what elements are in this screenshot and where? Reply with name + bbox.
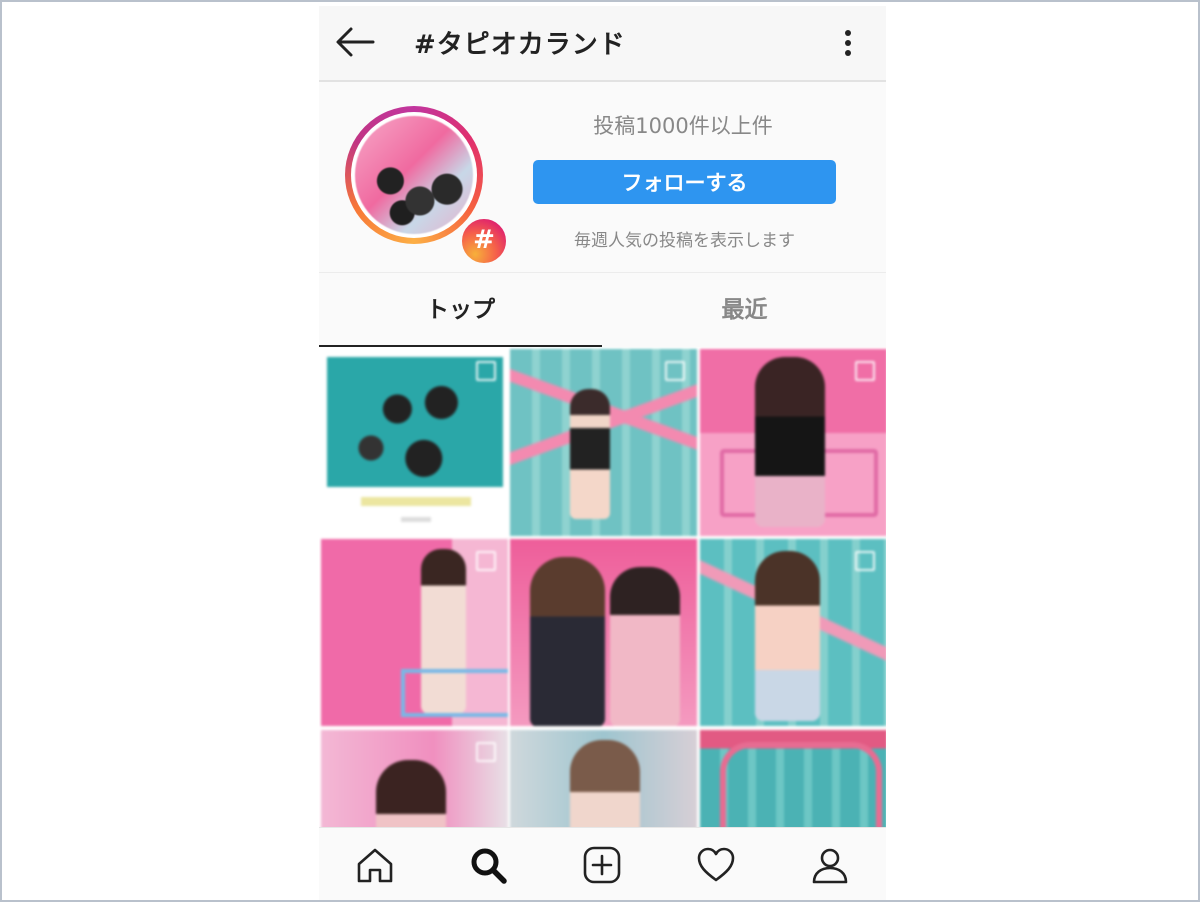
multiple-photos-icon: [476, 551, 496, 571]
new-post-button[interactable]: [581, 844, 623, 886]
multiple-photos-icon: [855, 551, 875, 571]
tab-top-label: トップ: [426, 297, 495, 323]
avatar-image: [355, 116, 473, 234]
thumbnail-photo: [610, 567, 680, 726]
bottom-navigation: [319, 827, 886, 900]
tab-recent-label: 最近: [721, 297, 768, 323]
post-thumbnail[interactable]: [700, 730, 886, 827]
tab-top[interactable]: トップ: [319, 273, 602, 347]
activity-button[interactable]: [695, 844, 737, 886]
post-thumbnail[interactable]: [510, 539, 697, 726]
screenshot-frame: #タピオカランド # 投稿1000件以上件 フォローする 毎週人気の投稿を表示し…: [0, 0, 1200, 902]
hashtag-avatar[interactable]: #: [345, 106, 509, 266]
avatar-border: [351, 112, 477, 238]
multiple-photos-icon: [665, 361, 685, 381]
page-title: #タピオカランド: [414, 30, 626, 60]
more-options-button[interactable]: [839, 26, 857, 60]
thumbnail-caption: [401, 517, 431, 522]
thumbnail-photo: [720, 742, 882, 827]
heart-icon: [697, 847, 735, 882]
multiple-photos-icon: [476, 742, 496, 762]
follow-button[interactable]: フォローする: [533, 160, 836, 204]
post-thumbnail[interactable]: [321, 730, 508, 827]
profile-button[interactable]: [809, 844, 851, 886]
add-post-icon: [583, 846, 621, 884]
thumbnail-photo: [376, 760, 446, 827]
thumbnail-photo: [570, 389, 610, 519]
post-count: 投稿1000件以上件: [593, 114, 773, 138]
hashtag-badge-icon: #: [459, 216, 509, 266]
tab-recent[interactable]: 最近: [603, 273, 886, 347]
weekly-note: 毎週人気の投稿を表示します: [574, 231, 795, 251]
post-thumbnail[interactable]: [510, 349, 697, 536]
hashtag-profile: # 投稿1000件以上件 フォローする 毎週人気の投稿を表示します: [319, 82, 886, 273]
profile-icon: [812, 848, 848, 884]
back-button[interactable]: [333, 24, 377, 60]
tab-bar: トップ 最近: [319, 273, 886, 347]
post-thumbnail[interactable]: [700, 349, 886, 536]
post-grid: [319, 347, 886, 827]
thumbnail-photo: [755, 551, 820, 721]
arrow-left-icon: [336, 27, 375, 57]
post-thumbnail[interactable]: [321, 539, 508, 726]
app-screen: #タピオカランド # 投稿1000件以上件 フォローする 毎週人気の投稿を表示し…: [319, 6, 886, 900]
post-thumbnail[interactable]: [321, 349, 508, 536]
top-bar: #タピオカランド: [319, 6, 886, 82]
multiple-photos-icon: [476, 361, 496, 381]
home-button[interactable]: [354, 844, 396, 886]
post-thumbnail[interactable]: [700, 539, 886, 726]
post-thumbnail[interactable]: [510, 730, 697, 827]
home-icon: [357, 848, 393, 883]
thumbnail-caption: [361, 497, 471, 506]
thumbnail-photo: [401, 669, 508, 717]
multiple-photos-icon: [855, 361, 875, 381]
search-icon: [471, 848, 507, 884]
thumbnail-photo: [570, 740, 640, 827]
search-button[interactable]: [467, 844, 509, 886]
thumbnail-photo: [530, 557, 605, 726]
more-vertical-icon: [845, 30, 851, 56]
thumbnail-photo: [755, 357, 825, 527]
